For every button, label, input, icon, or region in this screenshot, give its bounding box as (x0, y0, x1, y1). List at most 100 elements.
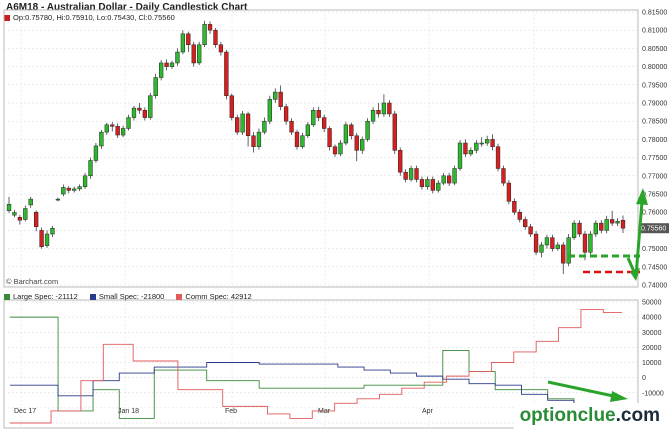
price-tick-label: 0.81500 (642, 10, 667, 17)
candle-body (224, 51, 229, 96)
candle-body (588, 233, 593, 253)
candle-body (148, 95, 153, 118)
candle-body (419, 179, 425, 187)
legend-swatch-small (89, 294, 96, 300)
watermark-tld: .com (615, 405, 660, 426)
candle-body (191, 44, 196, 64)
candle-body (213, 29, 218, 46)
candle-body (523, 219, 528, 228)
candle-body (82, 175, 88, 187)
candle-body (316, 110, 321, 118)
price-tick-label: 0.77500 (642, 155, 667, 162)
candle-body (50, 227, 55, 235)
candle-body (370, 110, 376, 122)
month-tick-label: Feb (225, 408, 237, 415)
watermark-logo: optionclue.com (513, 403, 666, 429)
candle-body (398, 150, 403, 173)
candle-body (229, 95, 234, 118)
price-tick-label: 0.80500 (642, 46, 667, 53)
candle-body (457, 142, 463, 169)
candle-body (517, 211, 522, 220)
candle-body (245, 113, 251, 137)
candle-body (332, 146, 338, 155)
candle-body (528, 226, 533, 235)
candle-body (354, 135, 359, 151)
price-tick-label: 0.74500 (642, 264, 667, 271)
candle-body (34, 211, 39, 228)
candle-body (436, 182, 441, 191)
legend-item-small: Small Spec: -21800 (89, 292, 165, 301)
candle-body (44, 233, 50, 246)
candle-body (66, 187, 71, 191)
candle-body (12, 212, 17, 216)
candle-body (28, 198, 33, 206)
candle-body (93, 145, 99, 161)
candle-body (430, 179, 435, 191)
candle-body (365, 120, 370, 140)
price-tick-label: 0.81000 (642, 28, 667, 35)
price-tick-label: 0.75000 (642, 246, 667, 253)
price-tick-label: 0.79000 (642, 101, 667, 108)
candle-body (267, 99, 272, 122)
candle-body (338, 142, 343, 155)
candle-body (186, 33, 191, 46)
candle-body (142, 110, 147, 118)
candle-body (104, 124, 109, 133)
candle-body (446, 175, 452, 184)
price-tick-label: 0.76500 (642, 192, 667, 199)
legend-label-small: Small Spec: -21800 (98, 292, 165, 301)
candle-body (349, 124, 354, 137)
price-tick-label: 0.78000 (642, 137, 667, 144)
candle-body (256, 131, 262, 147)
cot-tick-label: 0 (642, 375, 646, 382)
cot-tick-label: 50000 (642, 300, 662, 307)
candle-body (544, 237, 550, 246)
candle-body (240, 113, 245, 133)
candlestick-panel (6, 20, 626, 275)
candle-body (479, 142, 484, 145)
candle-body (376, 110, 381, 115)
candle-body (550, 237, 555, 249)
cot-tick-label: 40000 (642, 315, 662, 322)
month-tick-label: Dec 17 (14, 408, 36, 415)
candle-body (153, 77, 158, 96)
price-tick-label: 0.79500 (642, 82, 667, 89)
candle-body (463, 142, 468, 155)
legend-swatch-large (4, 294, 10, 300)
candle-body (360, 139, 365, 151)
candle-body (474, 142, 479, 151)
candle-body (294, 131, 300, 147)
candle-body (414, 168, 419, 180)
candle-body (593, 222, 598, 235)
candle-body (381, 102, 387, 115)
candle-body (289, 120, 294, 133)
candle-body (120, 128, 126, 136)
candle-body (468, 150, 474, 155)
candle-body (305, 124, 310, 137)
candle-body (571, 222, 577, 238)
price-tick-label: 0.76000 (642, 210, 667, 217)
candle-body (599, 222, 604, 231)
month-tick-label: Apr (422, 408, 434, 415)
candle-body (273, 91, 278, 100)
candle-body (6, 203, 12, 211)
candle-body (197, 44, 202, 64)
candle-body (126, 117, 131, 129)
candle-body (55, 198, 61, 201)
candle-body (387, 102, 392, 115)
candle-body (609, 219, 615, 224)
price-tick-label: 0.74000 (642, 283, 667, 290)
candle-body (175, 51, 180, 64)
price-tick-label: 0.80000 (642, 64, 667, 71)
candle-body (202, 24, 207, 46)
candle-body (403, 171, 408, 180)
price-tick-label: 0.78500 (642, 119, 667, 126)
cot-tick-label: 30000 (642, 330, 662, 337)
legend-label-large: Large Spec: -21112 (13, 292, 78, 301)
candle-body (512, 201, 517, 213)
axis-layer: 0.81500 0.81000 0.80500 0.80000 0.79500 0.790… (14, 10, 669, 428)
legend-item-comm: Comm Spec: 42912 (176, 292, 252, 301)
candle-body (72, 188, 77, 191)
candle-body (425, 179, 430, 187)
candle-body (408, 168, 414, 180)
